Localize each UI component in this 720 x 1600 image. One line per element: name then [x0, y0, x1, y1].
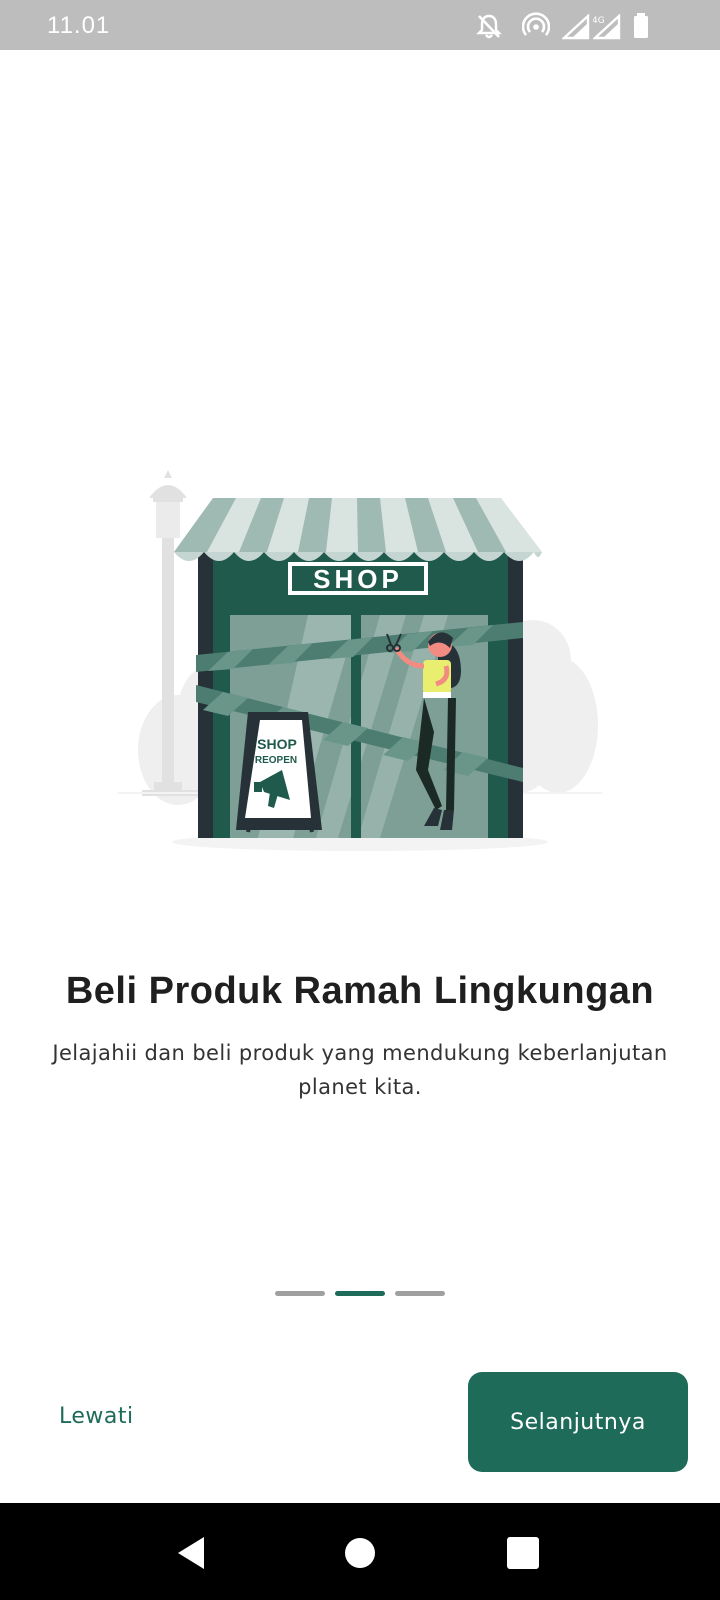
status-bar: 11.01 4G	[0, 0, 720, 50]
signal-4g-icon: 4G	[593, 14, 621, 40]
page-indicator-dot-3	[395, 1291, 445, 1296]
mute-bell-icon	[476, 14, 502, 39]
hotspot-icon	[522, 12, 550, 36]
onboarding-title: Beli Produk Ramah Lingkungan	[65, 970, 655, 1012]
onboarding-subtitle: Jelajahii dan beli produk yang mendukung…	[52, 1041, 668, 1099]
shop-reopen-board: SHOP REOPEN	[236, 712, 322, 833]
page-indicator-dot-1	[275, 1291, 325, 1296]
back-icon[interactable]	[172, 1533, 212, 1573]
home-icon[interactable]	[340, 1533, 380, 1573]
status-time: 11.01	[47, 12, 111, 39]
system-nav-bar	[0, 1503, 720, 1600]
network-type-label: 4G	[593, 16, 605, 26]
shop-awning	[174, 498, 542, 561]
board-line-1: SHOP	[257, 736, 297, 752]
signal-icon	[562, 14, 590, 40]
battery-icon	[634, 13, 648, 38]
next-button[interactable]: Selanjutnya	[468, 1372, 688, 1472]
board-line-2: REOPEN	[255, 755, 297, 766]
recents-icon[interactable]	[503, 1533, 543, 1573]
page-indicator-dot-2	[335, 1291, 385, 1296]
skip-button[interactable]: Lewati	[59, 1404, 134, 1429]
shop-sign-text: SHOP	[313, 564, 403, 594]
next-button-label: Selanjutnya	[510, 1409, 646, 1435]
shop-reopen-illustration: SHOP SHOP REOPEN	[118, 470, 602, 851]
